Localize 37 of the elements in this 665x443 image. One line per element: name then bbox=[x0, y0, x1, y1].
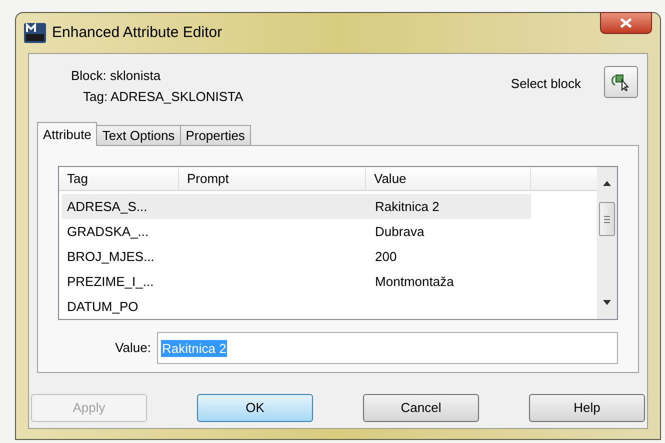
table-row[interactable]: PREZIME_I_... Montmontaža bbox=[62, 269, 531, 294]
dialog-button[interactable]: Help bbox=[529, 394, 645, 422]
table-cell-text: Montmontaža bbox=[374, 273, 455, 291]
table-row[interactable]: DATUM_PO bbox=[62, 294, 531, 319]
tab[interactable]: Attribute bbox=[37, 122, 98, 146]
table-cell-text: ADRESA_S... bbox=[66, 198, 148, 216]
table-cell-text: GRADSKA_... bbox=[66, 223, 150, 241]
select-block-button[interactable] bbox=[604, 66, 638, 98]
table-cell-text: PREZIME_I_... bbox=[66, 273, 155, 291]
select-block-label: Select block bbox=[510, 75, 581, 93]
tab[interactable]: Text Options bbox=[96, 125, 181, 146]
cursor-icon bbox=[611, 73, 631, 91]
dialog-button[interactable]: Cancel bbox=[363, 394, 479, 422]
close-icon bbox=[620, 18, 632, 28]
table-row[interactable]: GRADSKA_... Dubrava bbox=[62, 219, 531, 244]
column-header[interactable]: Tag bbox=[59, 167, 179, 190]
table-row[interactable]: ADRESA_S... Rakitnica 2 bbox=[62, 194, 531, 219]
block-label: Block: sklonista bbox=[71, 67, 161, 85]
column-header[interactable]: Prompt bbox=[179, 167, 366, 190]
table-cell-text: BROJ_MJES... bbox=[66, 248, 156, 266]
table-row[interactable]: BROJ_MJES... 200 bbox=[62, 244, 531, 269]
tag-label: Tag: ADRESA_SKLONISTA bbox=[83, 88, 244, 106]
table-cell-text: Dubrava bbox=[374, 223, 426, 241]
scroll-up-icon[interactable] bbox=[603, 181, 611, 186]
scroll-down-icon[interactable] bbox=[603, 300, 611, 305]
window-title: Enhanced Attribute Editor bbox=[52, 22, 222, 43]
close-button[interactable] bbox=[600, 12, 652, 34]
app-icon bbox=[24, 23, 46, 43]
table-cell-text: 200 bbox=[374, 248, 398, 266]
scrollbar[interactable] bbox=[597, 167, 617, 319]
table-cell-text: Rakitnica 2 bbox=[374, 198, 440, 216]
table-cell-text: DATUM_PO bbox=[66, 298, 140, 316]
scroll-thumb[interactable] bbox=[599, 202, 615, 236]
value-label: Value: bbox=[114, 339, 152, 358]
tab[interactable]: Properties bbox=[180, 125, 251, 146]
dialog-button[interactable]: OK bbox=[197, 394, 313, 422]
column-header[interactable]: Value bbox=[366, 167, 531, 190]
